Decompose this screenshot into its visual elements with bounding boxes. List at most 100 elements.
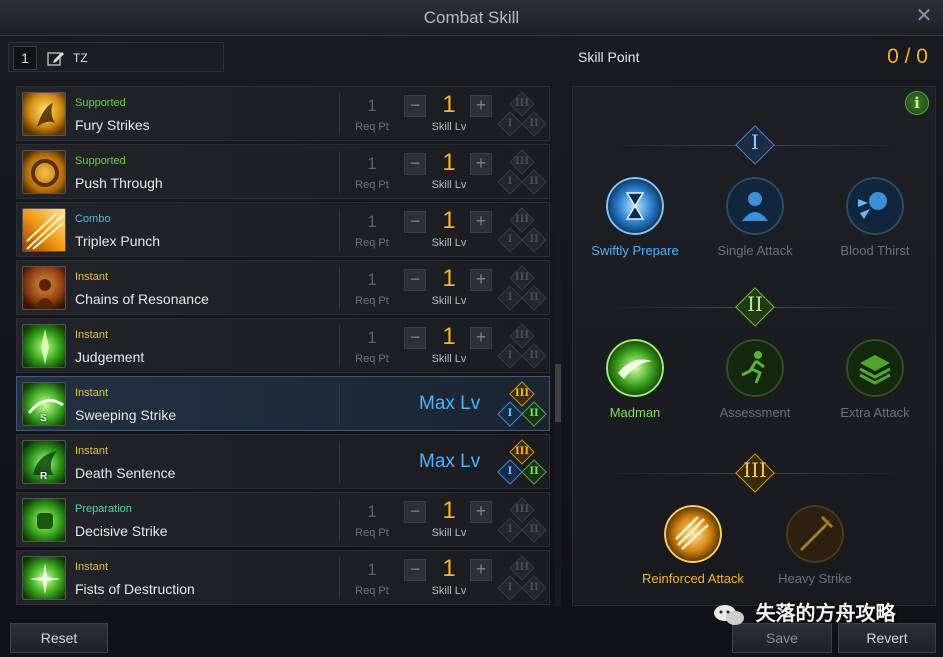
skill-row[interactable]: Supported Fury Strikes 1 Req Pt − 1 + Sk…	[16, 86, 550, 141]
skill-list: Supported Fury Strikes 1 Req Pt − 1 + Sk…	[16, 86, 550, 606]
req-points: 1	[367, 560, 377, 579]
skill-name: Chains of Resonance	[75, 291, 209, 307]
skill-point-header: Skill Point 0 / 0	[568, 42, 936, 72]
req-points: 1	[367, 270, 377, 289]
skill-row[interactable]: S Instant Sweeping Strike Max Lv III I I…	[16, 376, 550, 431]
close-icon[interactable]: ✕	[915, 6, 933, 26]
tripod-option-swiftly-prepare[interactable]: Swiftly Prepare	[575, 177, 695, 258]
decrease-level-button[interactable]: −	[404, 153, 426, 175]
window-title: Combat Skill	[423, 8, 520, 27]
tripod-option-madman[interactable]: Madman	[575, 339, 695, 420]
tripod-indicators: III I II	[497, 323, 547, 369]
skill-level: 1	[442, 91, 456, 118]
edit-icon[interactable]	[47, 49, 65, 67]
tripod-option-assessment[interactable]: Assessment	[695, 339, 815, 420]
preset-number-button[interactable]: 1	[13, 46, 37, 70]
skill-row[interactable]: Instant Judgement 1 Req Pt − 1 + Skill L…	[16, 318, 550, 373]
skill-name: Sweeping Strike	[75, 407, 177, 423]
skill-name: Fury Strikes	[75, 117, 150, 133]
fists-of-destruction-icon	[22, 556, 66, 600]
skill-type: Supported	[75, 97, 126, 109]
increase-level-button[interactable]: +	[470, 501, 492, 523]
hourglass-icon	[606, 177, 664, 235]
watermark: 失落的方舟攻略	[712, 597, 896, 627]
skill-row[interactable]: Combo Triplex Punch 1 Req Pt − 1 + Skill…	[16, 202, 550, 257]
max-level-label: Max Lv	[419, 451, 481, 472]
info-icon[interactable]: i	[905, 91, 929, 115]
tripod-indicators: III I II	[497, 381, 547, 427]
skill-name: Judgement	[75, 349, 145, 365]
skill-list-scrollbar[interactable]	[555, 86, 561, 606]
decisive-strike-icon	[22, 498, 66, 542]
skill-type: Instant	[75, 387, 109, 399]
increase-level-button[interactable]: +	[470, 95, 492, 117]
skill-name: Decisive Strike	[75, 523, 168, 539]
level-label: Skill Lv	[431, 527, 467, 539]
divider	[339, 93, 340, 135]
skill-point-label: Skill Point	[578, 49, 640, 65]
skill-name: Triplex Punch	[75, 233, 161, 249]
level-label: Skill Lv	[431, 237, 467, 249]
watermark-text: 失落的方舟攻略	[755, 603, 896, 625]
decrease-level-button[interactable]: −	[404, 327, 426, 349]
tripod-option-single-attack[interactable]: Single Attack	[695, 177, 815, 258]
decrease-level-button[interactable]: −	[404, 269, 426, 291]
req-label: Req Pt	[355, 353, 389, 365]
req-points: 1	[367, 154, 377, 173]
increase-level-button[interactable]: +	[470, 327, 492, 349]
skill-row[interactable]: Instant Fists of Destruction 1 Req Pt − …	[16, 550, 550, 605]
reset-button[interactable]: Reset	[10, 623, 108, 653]
triplex-punch-icon	[22, 208, 66, 252]
req-points: 1	[367, 212, 377, 231]
tripod-panel: i I Swiftly Prepare Single Attack Blood …	[572, 86, 936, 606]
skill-row[interactable]: Instant Chains of Resonance 1 Req Pt − 1…	[16, 260, 550, 315]
revert-button[interactable]: Revert	[838, 623, 936, 653]
judgement-icon	[22, 324, 66, 368]
skill-row[interactable]: Preparation Decisive Strike 1 Req Pt − 1…	[16, 492, 550, 547]
tripod-indicators: III I II	[497, 207, 547, 253]
increase-level-button[interactable]: +	[470, 269, 492, 291]
tripod-option-blood-thirst[interactable]: Blood Thirst	[815, 177, 935, 258]
tripod-option-reinforced-attack[interactable]: Reinforced Attack	[633, 505, 753, 586]
skill-type: Combo	[75, 213, 111, 225]
tripod-option-extra-attack[interactable]: Extra Attack	[815, 339, 935, 420]
skill-type: Instant	[75, 445, 109, 457]
tripod-label: Heavy Strike	[778, 571, 852, 586]
skill-row[interactable]: Supported Push Through 1 Req Pt − 1 + Sk…	[16, 144, 550, 199]
tripod-label: Extra Attack	[840, 405, 910, 420]
tripod-label: Blood Thirst	[840, 243, 910, 258]
fury-strikes-icon	[22, 92, 66, 136]
scroll-thumb[interactable]	[555, 364, 561, 422]
tripod-label: Single Attack	[717, 243, 793, 258]
level-label: Skill Lv	[431, 295, 467, 307]
req-points: 1	[367, 502, 377, 521]
skill-type: Instant	[75, 561, 109, 573]
level-label: Skill Lv	[431, 585, 467, 597]
decrease-level-button[interactable]: −	[404, 501, 426, 523]
tier-2-label: II	[747, 292, 763, 316]
skill-row[interactable]: R Instant Death Sentence Max Lv III I II	[16, 434, 550, 489]
decrease-level-button[interactable]: −	[404, 95, 426, 117]
decrease-level-button[interactable]: −	[404, 211, 426, 233]
sword-icon	[786, 505, 844, 563]
tripod-label: Swiftly Prepare	[591, 243, 679, 258]
tier-1-label: I	[751, 130, 759, 154]
req-points: 1	[367, 96, 377, 115]
skill-name: Fists of Destruction	[75, 581, 195, 597]
skill-name: Death Sentence	[75, 465, 176, 481]
tripod-indicators: III I II	[497, 149, 547, 195]
req-label: Req Pt	[355, 121, 389, 133]
tripod-indicators: III I II	[497, 265, 547, 311]
reinforced-attack-icon	[664, 505, 722, 563]
increase-level-button[interactable]: +	[470, 559, 492, 581]
decrease-level-button[interactable]: −	[404, 559, 426, 581]
stacked-layers-icon	[846, 339, 904, 397]
tripod-indicators: III I II	[497, 439, 547, 485]
increase-level-button[interactable]: +	[470, 153, 492, 175]
save-button[interactable]: Save	[732, 623, 832, 653]
divider	[339, 383, 340, 425]
tripod-option-heavy-strike[interactable]: Heavy Strike	[755, 505, 875, 586]
tripod-label: Assessment	[719, 405, 791, 420]
req-label: Req Pt	[355, 179, 389, 191]
increase-level-button[interactable]: +	[470, 211, 492, 233]
